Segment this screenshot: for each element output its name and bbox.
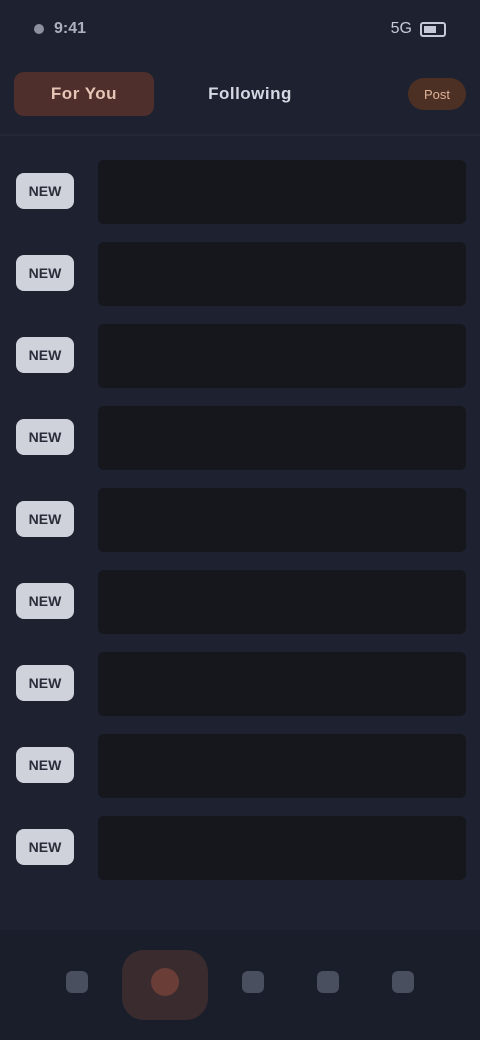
- row-badge: NEW: [16, 337, 74, 373]
- top-tabs: For You Following Post: [0, 62, 480, 126]
- bottom-navigation: [0, 930, 480, 1040]
- nav-home[interactable]: [47, 953, 107, 1017]
- tab-for-you[interactable]: For You: [14, 72, 154, 116]
- nav-inbox[interactable]: [298, 953, 358, 1017]
- row-content[interactable]: [98, 488, 466, 552]
- list-item[interactable]: NEW: [0, 314, 480, 396]
- row-badge: NEW: [16, 173, 74, 209]
- network-label: 5G: [390, 20, 412, 37]
- row-content[interactable]: [98, 160, 466, 224]
- row-badge: NEW: [16, 583, 74, 619]
- plus-icon: [151, 968, 180, 996]
- nav-create[interactable]: [122, 950, 209, 1020]
- row-badge: NEW: [16, 419, 74, 455]
- list-item[interactable]: NEW: [0, 478, 480, 560]
- row-badge: NEW: [16, 665, 74, 701]
- row-badge: NEW: [16, 747, 74, 783]
- header-divider: [0, 134, 480, 136]
- feed-list: NEW NEW NEW NEW NEW NEW NEW NEW NEW: [0, 150, 480, 910]
- row-badge: NEW: [16, 255, 74, 291]
- carrier-dot-icon: [34, 24, 44, 34]
- home-icon: [66, 971, 89, 993]
- list-item[interactable]: NEW: [0, 560, 480, 642]
- status-right: 5G: [391, 20, 446, 38]
- search-icon: [241, 971, 264, 993]
- list-item[interactable]: NEW: [0, 642, 480, 724]
- battery-icon: [420, 21, 446, 37]
- nav-search[interactable]: [223, 953, 283, 1017]
- status-time: 9:41: [54, 20, 87, 37]
- list-item[interactable]: NEW: [0, 396, 480, 478]
- row-content[interactable]: [98, 652, 466, 716]
- row-content[interactable]: [98, 242, 466, 306]
- row-content[interactable]: [98, 324, 466, 388]
- row-content[interactable]: [98, 816, 466, 880]
- nav-profile[interactable]: [373, 953, 433, 1017]
- status-bar: 9:41 5G: [0, 0, 480, 58]
- status-left: 9:41: [34, 20, 86, 38]
- tab-following[interactable]: Following: [190, 72, 310, 116]
- list-item[interactable]: NEW: [0, 150, 480, 232]
- row-content[interactable]: [98, 734, 466, 798]
- row-badge: NEW: [16, 829, 74, 865]
- list-item[interactable]: NEW: [0, 724, 480, 806]
- inbox-icon: [316, 971, 339, 993]
- profile-icon: [391, 971, 414, 993]
- list-item[interactable]: NEW: [0, 806, 480, 888]
- post-button[interactable]: Post: [408, 78, 466, 110]
- row-content[interactable]: [98, 406, 466, 470]
- row-content[interactable]: [98, 570, 466, 634]
- list-item[interactable]: NEW: [0, 232, 480, 314]
- row-badge: NEW: [16, 501, 74, 537]
